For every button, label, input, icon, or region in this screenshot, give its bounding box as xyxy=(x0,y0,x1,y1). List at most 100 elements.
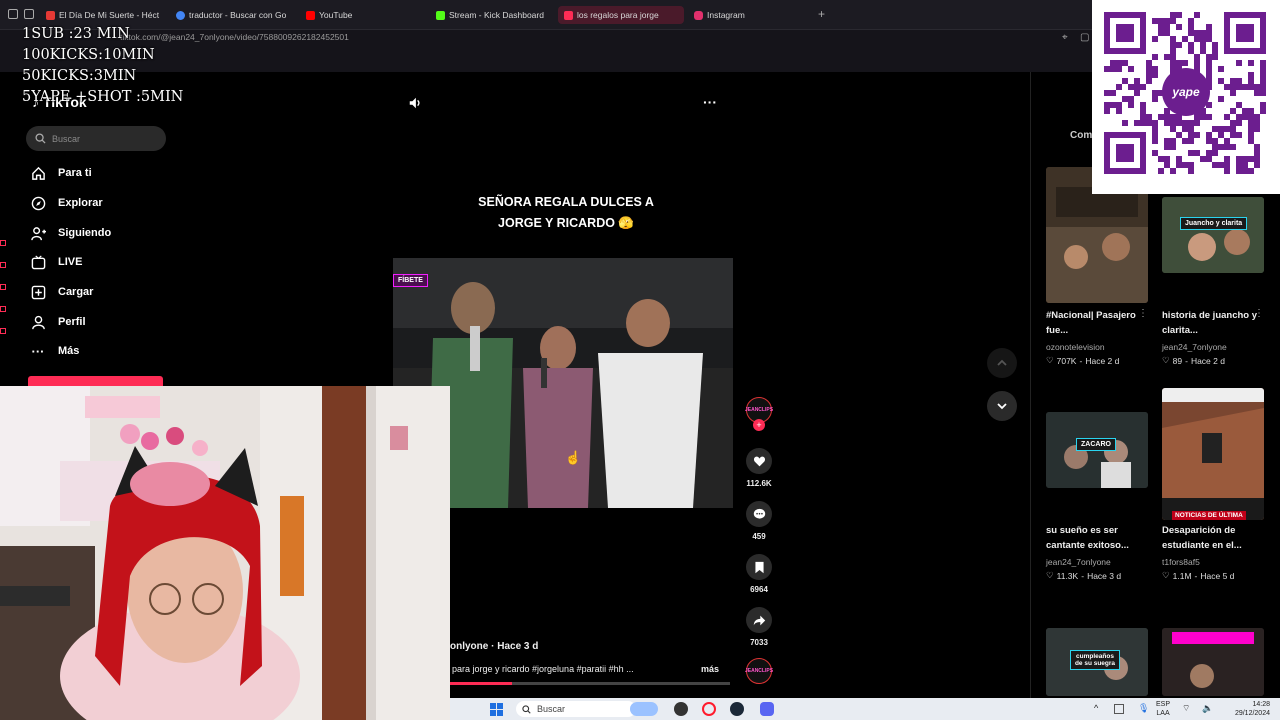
extension-icon[interactable]: ▢ xyxy=(1080,32,1089,43)
more-link[interactable]: más xyxy=(701,664,719,674)
language-indicator[interactable]: ESP LAA xyxy=(1156,700,1170,718)
bookmark-icon[interactable] xyxy=(746,554,772,580)
progress-fill xyxy=(450,682,512,685)
like-action[interactable]: 112.6K xyxy=(745,448,773,488)
comment-icon[interactable] xyxy=(746,501,772,527)
age: Hace 2 d xyxy=(1085,355,1120,366)
windows-start-icon[interactable] xyxy=(490,703,503,716)
video-menu-icon[interactable]: ⋮ xyxy=(1254,308,1264,319)
speaker-icon[interactable]: 🔈 xyxy=(1202,703,1213,714)
tab-tiktok-active[interactable]: los regalos para jorge xyxy=(558,6,684,24)
obs-icon[interactable] xyxy=(674,702,688,716)
upload-icon xyxy=(30,284,46,300)
yape-logo-text: yape xyxy=(1172,85,1200,99)
heart-icon[interactable] xyxy=(746,448,772,474)
pink-dot-icon xyxy=(0,328,6,334)
follow-plus-icon[interactable]: + xyxy=(753,419,765,431)
related-video-thumb[interactable] xyxy=(1162,628,1264,696)
clock[interactable]: 14:28 29/12/2024 xyxy=(1224,700,1270,718)
comment-action[interactable]: 459 xyxy=(745,501,773,541)
related-video-caption[interactable]: su sueño es ser cantante exitoso... xyxy=(1046,523,1156,553)
next-video-button[interactable] xyxy=(987,391,1017,421)
search-icon xyxy=(35,133,46,144)
related-video-caption[interactable]: Desaparición de estudiante en el... xyxy=(1162,523,1272,553)
discord-icon[interactable] xyxy=(760,702,774,716)
related-video-thumb[interactable]: Juancho y clarita xyxy=(1162,197,1264,273)
related-video-thumb[interactable]: cumpleaños de su suegra xyxy=(1046,628,1148,696)
browser-tab-bar: El Día De Mi Suerte - Héct traductor - B… xyxy=(0,0,1280,30)
thumb-overlay-label: cumpleaños de su suegra xyxy=(1070,650,1120,670)
progress-track[interactable] xyxy=(450,682,730,685)
chevron-down-icon xyxy=(997,403,1007,410)
bookmark-icon[interactable]: ⌖ xyxy=(1062,32,1068,43)
creator-avatar[interactable]: JEANCLIPS + xyxy=(745,397,773,431)
tab-el-dia[interactable]: El Día De Mi Suerte - Héct xyxy=(46,6,160,24)
music-disc-icon[interactable]: JEANCLIPS xyxy=(745,658,773,684)
video-options-icon[interactable]: ··· xyxy=(703,94,717,110)
taskbar-search[interactable]: Buscar xyxy=(516,701,636,717)
tab-instagram[interactable]: Instagram xyxy=(694,6,804,24)
nav-label: Más xyxy=(58,345,80,357)
nav-label: Cargar xyxy=(58,286,94,298)
tab-youtube[interactable]: YouTube xyxy=(306,6,426,24)
volume-icon[interactable] xyxy=(408,96,422,115)
following-icon xyxy=(30,225,46,241)
search-input[interactable]: Buscar xyxy=(26,126,166,151)
home-icon xyxy=(30,165,46,181)
wifi-icon[interactable]: ⌔ xyxy=(1182,703,1190,714)
nav-item-explorar[interactable]: Explorar xyxy=(30,195,103,211)
save-action[interactable]: 6964 xyxy=(745,554,773,594)
yape-qr-code: yape xyxy=(1092,0,1280,194)
related-video-author[interactable]: ozonotelevision xyxy=(1046,342,1105,352)
share-icon[interactable] xyxy=(746,607,772,633)
tab-kick[interactable]: Stream - Kick Dashboard xyxy=(436,6,554,24)
separator: - xyxy=(1081,570,1085,581)
microphone-icon[interactable]: 🎙 xyxy=(1138,703,1149,714)
related-video-author[interactable]: jean24_7onlyone xyxy=(1162,342,1227,352)
related-video-thumb[interactable]: NOTICIAS DE ÚLTIMA xyxy=(1162,388,1264,520)
clock-date: 29/12/2024 xyxy=(1234,710,1270,717)
age: Hace 2 d xyxy=(1190,355,1225,366)
tiktok-favicon-icon xyxy=(564,10,573,20)
related-video-author[interactable]: jean24_7onlyone xyxy=(1046,557,1111,567)
tab-label: Instagram xyxy=(707,10,745,20)
video-description: para jorge y ricardo #jorgeluna #paratii… xyxy=(452,664,634,674)
nav-item-cargar[interactable]: Cargar xyxy=(30,284,93,300)
video-author[interactable]: onlyone · Hace 3 d xyxy=(450,641,538,652)
likes: 89 xyxy=(1172,355,1183,366)
compass-icon xyxy=(30,195,46,211)
prev-video-button[interactable] xyxy=(987,348,1017,378)
taskbar-app-icon[interactable] xyxy=(630,702,658,716)
yape-logo: yape xyxy=(1162,68,1210,116)
video-menu-icon[interactable]: ⋮ xyxy=(1138,308,1148,319)
related-video-thumb[interactable]: ZACARO xyxy=(1046,412,1148,488)
heart-outline-icon: ♡ xyxy=(1046,355,1054,365)
lang-bottom: LAA xyxy=(1156,710,1170,717)
nav-label: Explorar xyxy=(58,197,103,209)
nav-item-perfil[interactable]: Perfil xyxy=(30,314,86,330)
tray-chevron-icon[interactable]: ^ xyxy=(1094,703,1098,713)
live-icon xyxy=(30,254,46,270)
related-video-author[interactable]: t1fors8af5 xyxy=(1162,557,1200,567)
tab-list-icon[interactable] xyxy=(24,9,34,19)
nav-item-mas[interactable]: ··· Más xyxy=(30,343,80,359)
thumb-overlay-label: Juancho y clarita xyxy=(1180,217,1248,230)
right-panel-header[interactable]: Com xyxy=(1070,130,1092,141)
avatar-label: JEANCLIPS xyxy=(744,407,774,413)
tray-icon[interactable] xyxy=(1114,704,1124,714)
nav-item-para-ti[interactable]: Para ti xyxy=(30,165,92,181)
tab-traductor[interactable]: traductor - Buscar con Go xyxy=(176,6,292,24)
steam-icon[interactable] xyxy=(730,702,744,716)
share-action[interactable]: 7033 xyxy=(745,607,773,647)
likes: 1.1M xyxy=(1172,570,1192,581)
cursor-icon: ☝ xyxy=(565,450,582,465)
thumb-overlay-label: NOTICIAS DE ÚLTIMA xyxy=(1172,511,1246,520)
video-title-line: JORGE Y RICARDO 🫣 xyxy=(498,216,634,230)
window-menu-icon[interactable] xyxy=(8,9,18,19)
music-disc[interactable]: JEANCLIPS xyxy=(745,658,773,684)
age: Hace 5 d xyxy=(1200,570,1235,581)
nav-item-live[interactable]: LIVE xyxy=(30,254,82,270)
opera-icon[interactable] xyxy=(702,702,716,716)
new-tab-button[interactable]: + xyxy=(818,7,825,21)
nav-item-siguiendo[interactable]: Siguiendo xyxy=(30,225,111,241)
